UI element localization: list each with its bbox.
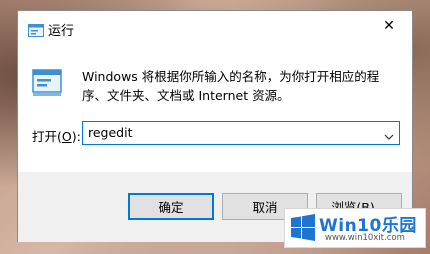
- title-bar[interactable]: 运行 ✕: [18, 11, 412, 45]
- open-input[interactable]: regedit: [88, 125, 133, 140]
- close-button[interactable]: ✕: [366, 11, 412, 41]
- dialog-description: Windows 将根据你所输入的名称，为你打开相应的程序、文件夹、文档或 Int…: [82, 69, 380, 103]
- watermark-url: www.win10xit.com: [325, 233, 405, 243]
- open-accelerator: O: [61, 129, 72, 144]
- chevron-down-icon[interactable]: [383, 128, 395, 140]
- open-label: 打开(O):: [32, 129, 81, 144]
- run-app-icon: [32, 69, 62, 97]
- site-watermark: Win10乐园 www.win10xit.com: [284, 208, 426, 248]
- open-combobox[interactable]: regedit: [82, 121, 400, 145]
- windows-logo-icon: [291, 214, 315, 242]
- ok-button[interactable]: 确定: [128, 193, 214, 220]
- run-app-icon: [28, 22, 44, 37]
- close-icon: ✕: [383, 18, 395, 34]
- window-title: 运行: [48, 24, 75, 39]
